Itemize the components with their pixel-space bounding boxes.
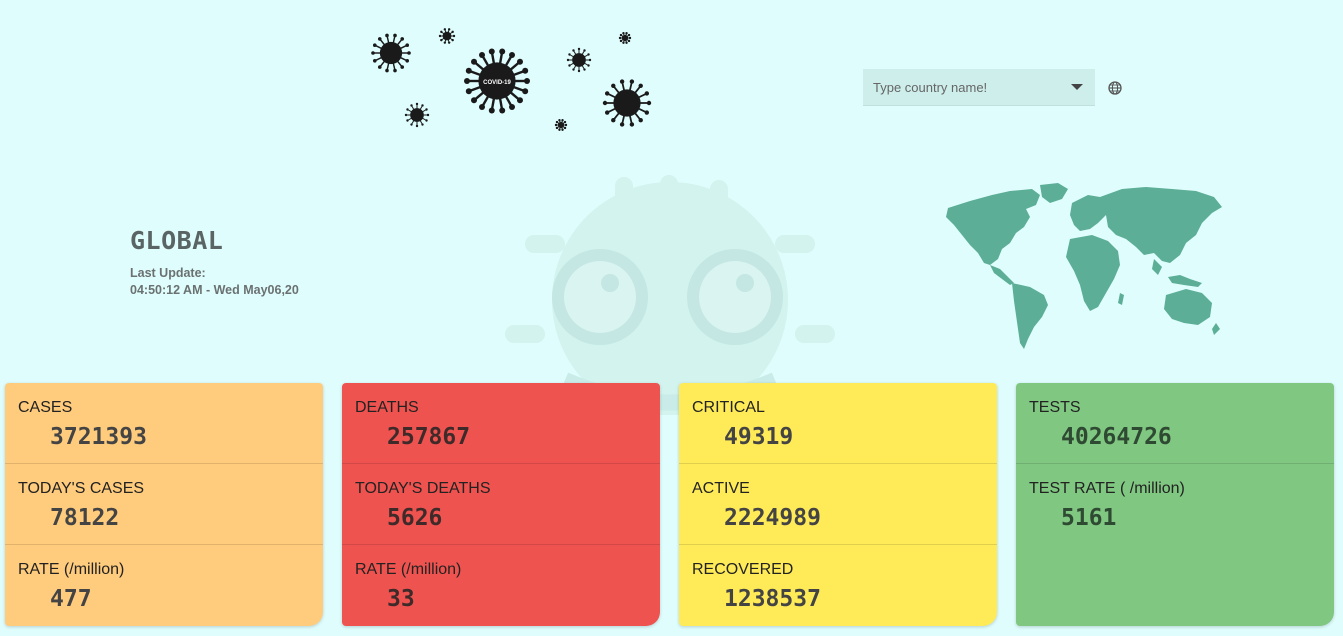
stat-label: TODAY'S DEATHS xyxy=(355,480,491,497)
virus-cluster-icon: COVID-19 xyxy=(371,28,652,131)
stat-value: 49319 xyxy=(724,424,794,450)
stat-value: 2224989 xyxy=(724,505,821,531)
country-search-input[interactable] xyxy=(873,79,1053,95)
stat-cell: TEST RATE ( /million) 5161 xyxy=(1016,464,1334,545)
stat-value: 5161 xyxy=(1061,505,1117,531)
stat-cell: TODAY'S DEATHS 5626 xyxy=(342,464,660,545)
stat-cell: CRITICAL 49319 xyxy=(679,383,997,464)
chevron-down-icon[interactable] xyxy=(1071,84,1083,90)
deaths-card: DEATHS 257867 TODAY'S DEATHS 5626 RATE (… xyxy=(342,383,660,626)
world-map-icon xyxy=(946,183,1222,349)
stat-value: 5626 xyxy=(387,505,443,531)
header-block: GLOBAL Last Update: 04:50:12 AM - Wed Ma… xyxy=(130,226,299,299)
stat-label: ACTIVE xyxy=(692,480,750,497)
stat-cell: DEATHS 257867 xyxy=(342,383,660,464)
stat-cell: RECOVERED 1238537 xyxy=(679,545,997,626)
page-title: GLOBAL xyxy=(130,226,224,255)
stat-value: 477 xyxy=(50,586,92,612)
stat-cell: TESTS 40264726 xyxy=(1016,383,1334,464)
stat-label: CASES xyxy=(18,399,73,416)
virus-mascot-background xyxy=(505,175,835,415)
stat-cell: CASES 3721393 xyxy=(5,383,323,464)
stat-label: TODAY'S CASES xyxy=(18,480,145,497)
stat-label: RATE (/million) xyxy=(355,561,462,578)
globe-icon[interactable] xyxy=(1107,80,1123,96)
last-update-time: 04:50:12 AM - Wed May06,20 xyxy=(130,283,299,297)
stat-value: 3721393 xyxy=(50,424,147,450)
cases-card: CASES 3721393 TODAY'S CASES 78122 RATE (… xyxy=(5,383,323,626)
stat-label: TEST RATE ( /million) xyxy=(1029,480,1185,497)
tests-card: TESTS 40264726 TEST RATE ( /million) 516… xyxy=(1016,383,1334,626)
stat-label: RECOVERED xyxy=(692,561,794,578)
country-search-select[interactable] xyxy=(863,69,1095,106)
stat-cell: RATE (/million) 477 xyxy=(5,545,323,626)
stat-cell: TODAY'S CASES 78122 xyxy=(5,464,323,545)
stat-label: CRITICAL xyxy=(692,399,765,416)
stat-value: 78122 xyxy=(50,505,120,531)
critical-card: CRITICAL 49319 ACTIVE 2224989 RECOVERED … xyxy=(679,383,997,626)
last-update-label: Last Update: xyxy=(130,266,206,280)
stat-cell: RATE (/million) 33 xyxy=(342,545,660,626)
stat-label: TESTS xyxy=(1029,399,1081,416)
stat-value: 257867 xyxy=(387,424,471,450)
stat-value: 40264726 xyxy=(1061,424,1172,450)
stat-cell: ACTIVE 2224989 xyxy=(679,464,997,545)
stat-value: 33 xyxy=(387,586,415,612)
stat-value: 1238537 xyxy=(724,586,821,612)
stat-label: DEATHS xyxy=(355,399,419,416)
svg-text:COVID-19: COVID-19 xyxy=(483,80,511,86)
stat-label: RATE (/million) xyxy=(18,561,125,578)
